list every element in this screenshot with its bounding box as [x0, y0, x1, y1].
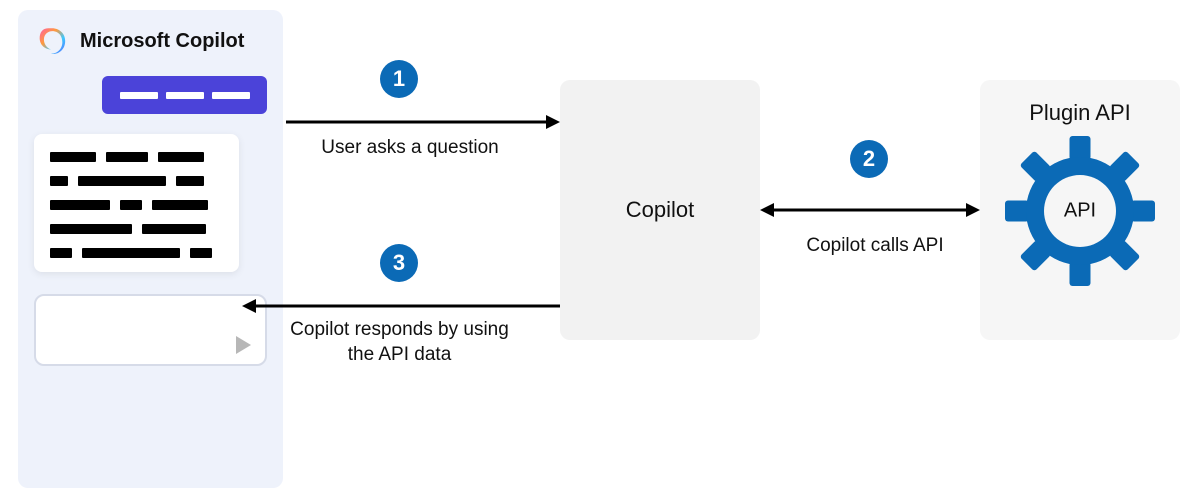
gear-label: API [1064, 200, 1096, 223]
step-number: 2 [863, 146, 875, 172]
step-number: 3 [393, 250, 405, 276]
plugin-title: Plugin API [1029, 100, 1131, 126]
copilot-logo-icon [34, 24, 68, 58]
text-placeholder-bar [120, 92, 158, 99]
step-badge-3: 3 [380, 244, 418, 282]
copilot-panel: Microsoft Copilot [18, 10, 283, 488]
panel-title: Microsoft Copilot [80, 30, 244, 53]
arrow-step-3 [242, 296, 560, 316]
step-badge-2: 2 [850, 140, 888, 178]
step-label-1: User asks a question [310, 136, 510, 161]
copilot-box-label: Copilot [626, 197, 694, 223]
send-icon[interactable] [236, 336, 251, 354]
chat-input-box[interactable] [34, 294, 267, 366]
text-placeholder-bar [212, 92, 250, 99]
copilot-response-card [34, 134, 239, 272]
user-question-bubble [102, 76, 267, 114]
arrow-step-1 [286, 112, 560, 132]
step-number: 1 [393, 66, 405, 92]
arrow-step-2 [760, 200, 980, 220]
gear-icon: API [1005, 136, 1155, 286]
panel-header: Microsoft Copilot [34, 24, 267, 58]
step-label-2: Copilot calls API [795, 234, 955, 259]
copilot-engine-box: Copilot [560, 80, 760, 340]
step-label-3: Copilot responds by using the API data [282, 318, 517, 367]
plugin-api-box: Plugin API [980, 80, 1180, 340]
text-placeholder-bar [166, 92, 204, 99]
step-badge-1: 1 [380, 60, 418, 98]
